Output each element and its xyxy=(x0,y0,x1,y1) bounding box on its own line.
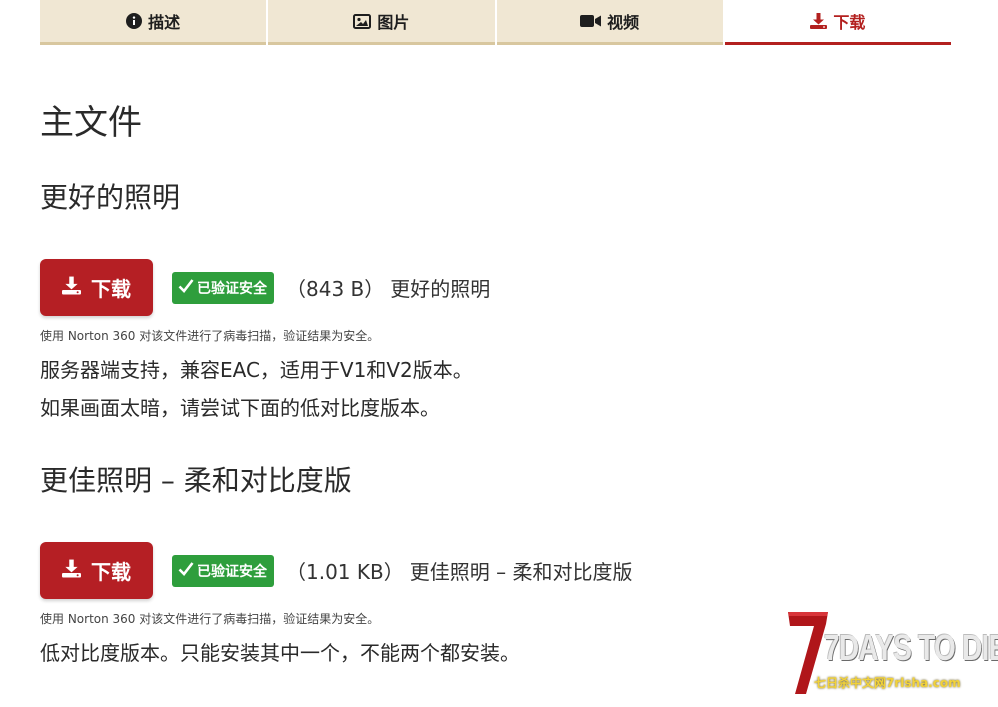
tab-description-label: 描述 xyxy=(148,13,181,32)
tab-videos[interactable]: 视频 xyxy=(496,0,723,45)
verified-safe-badge: 已验证安全 xyxy=(172,554,274,587)
scan-note: 使用 Norton 360 对该文件进行了病毒扫描，验证结果为安全。 xyxy=(40,612,380,626)
watermark-title: 7DAYS TO DIE xyxy=(824,627,998,668)
download-icon xyxy=(62,276,81,300)
download-icon xyxy=(62,559,81,583)
tab-download[interactable]: 下载 xyxy=(724,0,951,45)
file-description: 低对比度版本。只能安装其中一个，不能两个都安装。 xyxy=(40,641,520,665)
verified-safe-badge: 已验证安全 xyxy=(172,271,274,304)
page-title: 主文件 xyxy=(40,103,142,143)
file-name: 更好的照明 xyxy=(390,277,491,301)
download-button-label: 下载 xyxy=(91,277,131,301)
checkmark-icon xyxy=(178,561,194,581)
scan-note: 使用 Norton 360 对该文件进行了病毒扫描，验证结果为安全。 xyxy=(40,329,380,343)
image-icon xyxy=(353,13,372,29)
tab-download-label: 下载 xyxy=(833,13,866,32)
file-description: 如果画面太暗，请尝试下面的低对比度版本。 xyxy=(40,396,440,420)
verified-safe-label: 已验证安全 xyxy=(197,563,267,580)
tab-videos-label: 视频 xyxy=(607,13,640,32)
tab-images[interactable]: 图片 xyxy=(268,0,495,45)
watermark-subtitle: 七日杀中文网7rlsha.com xyxy=(814,676,961,690)
file-title: 更好的照明 xyxy=(40,181,181,214)
download-button[interactable]: 下载 xyxy=(40,542,153,599)
tab-images-label: 图片 xyxy=(377,13,410,32)
download-icon xyxy=(810,13,828,29)
file-description: 服务器端支持，兼容EAC，适用于V1和V2版本。 xyxy=(40,358,473,382)
video-icon xyxy=(580,14,602,28)
file-name: 更佳照明 – 柔和对比度版 xyxy=(409,560,633,584)
tab-description[interactable]: 描述 xyxy=(40,0,267,45)
file-size: （1.01 KB） xyxy=(286,560,404,584)
file-title: 更佳照明 – 柔和对比度版 xyxy=(40,464,352,497)
checkmark-icon xyxy=(178,278,194,298)
download-row: 下载 已验证安全 （1.01 KB） 更佳照明 – 柔和对比度版 xyxy=(40,542,632,599)
tab-bar: 描述 图片 视频 下载 xyxy=(40,0,951,45)
download-button-label: 下载 xyxy=(91,560,131,584)
file-size: （843 B） xyxy=(286,277,385,301)
download-button[interactable]: 下载 xyxy=(40,259,153,316)
verified-safe-label: 已验证安全 xyxy=(197,280,267,297)
info-icon xyxy=(126,13,143,29)
download-row: 下载 已验证安全 （843 B） 更好的照明 xyxy=(40,259,490,316)
7dtd-watermark-logo: 7DAYS TO DIE 七日杀中文网7rlsha.com xyxy=(786,610,998,696)
